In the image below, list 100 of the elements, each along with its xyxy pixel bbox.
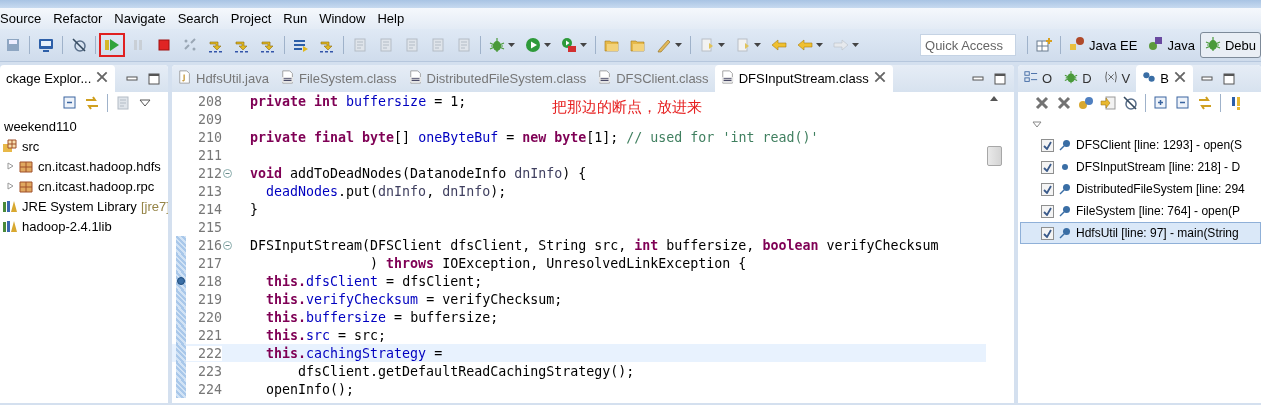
file-icon — [720, 70, 735, 87]
perspective-button[interactable]: Java — [1142, 32, 1200, 58]
editor-tab[interactable]: DistributedFileSystem.class — [402, 65, 593, 92]
import-icon — [1100, 95, 1116, 111]
code-line: private final byte[] oneByteBuf = new byte[1]; // used for 'int read()' — [250, 129, 819, 145]
code-line: this.src = src; — [265, 327, 387, 343]
list-icon — [293, 37, 309, 53]
fold-icon[interactable] — [223, 168, 232, 178]
view-tab[interactable]: B — [1136, 65, 1193, 92]
code-line: openInfo(); — [265, 381, 355, 397]
unlink-icon — [182, 37, 198, 53]
code-line: } — [250, 201, 258, 217]
scroll-thumb[interactable] — [986, 146, 1002, 166]
slash-circle-icon — [71, 37, 87, 53]
code-line: private int buffersize = 1; — [250, 93, 467, 109]
caret-icon[interactable] — [754, 43, 761, 47]
menu-item[interactable]: Navigate — [108, 11, 172, 26]
tree-item[interactable]: cn.itcast.hadoop.hdfs — [38, 158, 161, 174]
editor-tab[interactable]: FileSystem.class — [274, 65, 403, 92]
range-marker — [176, 290, 186, 308]
code-line: ) throws IOException, UnresolvedLinkException { — [369, 255, 747, 271]
maximize-button[interactable] — [1222, 72, 1235, 85]
code-line: this.buffersize = buffersize; — [265, 309, 499, 325]
caret-icon[interactable] — [852, 43, 859, 47]
tree-item[interactable]: weekend110 — [4, 118, 77, 134]
range-marker — [176, 326, 186, 344]
maximize-button[interactable] — [994, 72, 1006, 85]
window-plus-icon — [1036, 37, 1053, 53]
view-tab[interactable]: ckage Explor... — [0, 65, 116, 92]
document-icon — [352, 37, 368, 53]
library-icon — [2, 198, 18, 214]
breakpoint-row[interactable]: DFSInputStream [line: 218] - D — [1020, 156, 1261, 178]
page-icon — [699, 37, 715, 53]
expand-arrow-icon[interactable] — [6, 162, 14, 170]
code-line: deadNodes.put(dnInfo, dnInfo); — [265, 183, 507, 199]
tree-item[interactable]: src — [22, 138, 40, 154]
checkbox[interactable] — [1041, 204, 1054, 218]
monitor-icon — [38, 37, 54, 53]
breakpoint-icon — [1059, 227, 1071, 239]
checkbox[interactable] — [1041, 226, 1054, 240]
stop-icon — [156, 37, 172, 53]
breakpoint-row[interactable]: HdfsUtil [line: 97] - main(String — [1020, 222, 1261, 244]
code-line: dfsClient.getDefaultReadCachingStrategy(); — [297, 363, 635, 379]
scroll-up-icon[interactable] — [990, 96, 998, 101]
code-line: this.dfsClient = dfsClient; — [265, 273, 483, 289]
remove-icon — [1034, 95, 1050, 111]
tree-item[interactable]: JRE System Library — [22, 198, 137, 214]
document-icon — [115, 95, 131, 111]
tree-item[interactable]: cn.itcast.hadoop.rpc — [38, 178, 155, 194]
breakpoint-row[interactable]: DFSClient [line: 1293] - open(S — [1020, 134, 1261, 156]
breakpoint-icon[interactable] — [177, 277, 185, 285]
expand-all-icon — [1153, 95, 1169, 111]
editor-tab[interactable]: HdfsUtil.java — [172, 65, 275, 92]
range-marker — [176, 344, 186, 362]
menu-item[interactable]: Project — [224, 11, 278, 26]
maximize-button[interactable] — [148, 72, 160, 85]
caret-icon[interactable] — [675, 43, 682, 47]
menu-item[interactable]: Window — [313, 11, 372, 26]
package-icon — [18, 158, 34, 174]
view-tab[interactable]: V — [1097, 65, 1137, 92]
menu-item[interactable]: Source — [0, 11, 48, 26]
sync-icon — [1197, 95, 1213, 111]
menu-item[interactable]: Run — [277, 11, 314, 26]
breakpoint-row[interactable]: FileSystem [line: 764] - open(P — [1020, 200, 1261, 222]
menu-item[interactable]: Refactor — [47, 11, 109, 26]
caret-icon[interactable] — [544, 43, 551, 47]
collapse-arrow-icon[interactable] — [1032, 120, 1042, 128]
range-marker — [176, 380, 186, 398]
fold-icon[interactable] — [223, 240, 232, 250]
editor-tab[interactable]: DFSInputStream.class — [714, 65, 893, 92]
run-icon — [525, 37, 541, 53]
perspective-button[interactable]: Java EE — [1064, 32, 1143, 58]
view-tab[interactable]: D — [1058, 65, 1098, 92]
caret-icon[interactable] — [580, 43, 587, 47]
perspective-button[interactable]: Debu — [1199, 32, 1261, 58]
checkbox[interactable] — [1041, 160, 1054, 174]
checkbox[interactable] — [1041, 138, 1054, 152]
slash-circle-button[interactable] — [1120, 93, 1140, 113]
remove-icon — [1056, 95, 1072, 111]
folder-icon — [630, 37, 646, 53]
view-tab[interactable]: O — [1018, 65, 1059, 92]
back-arrow-icon — [797, 37, 813, 53]
resume-button[interactable] — [99, 33, 125, 57]
breakpoint-row[interactable]: DistributedFileSystem [line: 294 — [1020, 178, 1261, 200]
editor-tab[interactable]: DFSClient.class — [592, 65, 715, 92]
file-icon — [598, 70, 613, 87]
file-icon — [178, 70, 192, 87]
caret-icon[interactable] — [508, 43, 515, 47]
checkbox[interactable] — [1041, 182, 1054, 196]
tree-item[interactable]: hadoop-2.4.1lib — [22, 218, 112, 234]
menu-item[interactable]: Search — [171, 11, 225, 26]
quick-access-field[interactable]: Quick Access — [920, 34, 1017, 56]
breakpoint-icon — [1059, 205, 1071, 217]
caret-icon[interactable] — [718, 43, 725, 47]
caret-icon[interactable] — [816, 43, 823, 47]
expand-arrow-icon[interactable] — [6, 182, 14, 190]
file-icon — [408, 70, 423, 87]
library-tag: [jre7] — [140, 198, 168, 214]
menu-item[interactable]: Help — [371, 11, 411, 26]
sync-icon — [84, 95, 100, 111]
